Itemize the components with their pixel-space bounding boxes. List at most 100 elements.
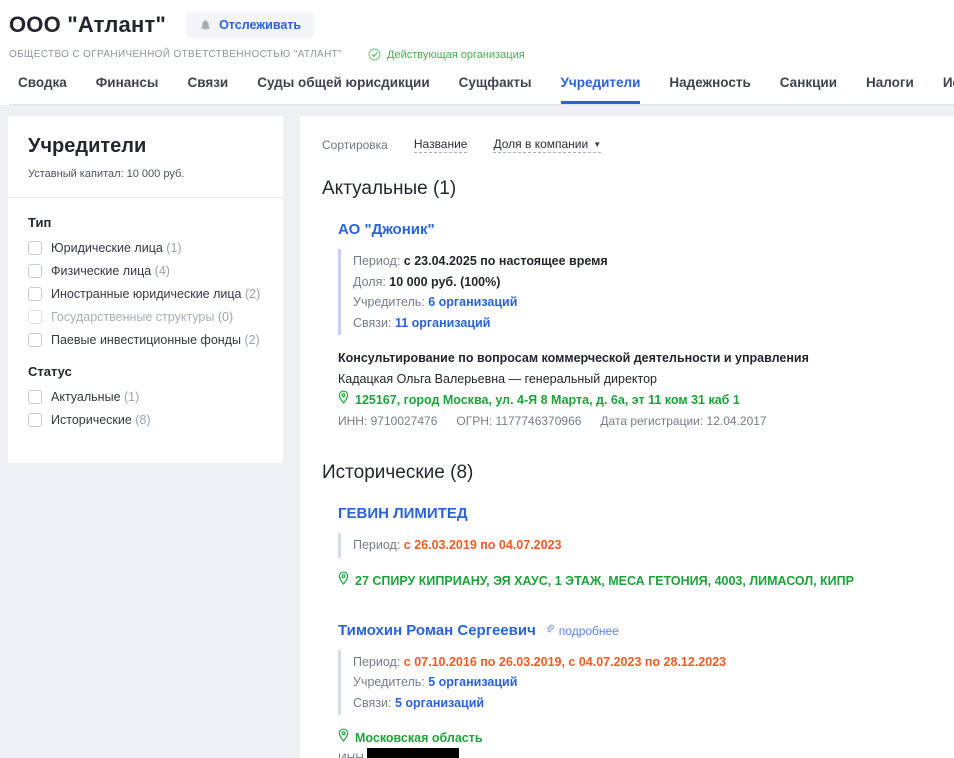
checkbox-icon[interactable] (28, 264, 42, 278)
detail-line: Период: с 23.04.2025 по настоящее время (353, 251, 934, 272)
location-pin-icon (338, 390, 349, 411)
detail-label: Период: (353, 254, 404, 268)
divider (8, 197, 283, 198)
period-block: Период: с 23.04.2025 по настоящее время Д… (338, 249, 934, 335)
extra-lines: Московская областьИНН (338, 728, 934, 758)
filter-checkbox-item[interactable]: Иностранные юридические лица (2) (28, 287, 263, 301)
detail-value: с 26.03.2019 по 04.07.2023 (404, 538, 562, 552)
bell-icon (199, 18, 212, 32)
checkbox-icon[interactable] (28, 413, 42, 427)
address-link[interactable]: 27 СПИРУ КИПРИАНУ, ЭЯ ХАУС, 1 ЭТАЖ, МЕСА… (338, 571, 934, 592)
checkbox-icon (28, 310, 42, 324)
detail-label: Период: (353, 538, 404, 552)
checkbox-icon[interactable] (28, 333, 42, 347)
page: ООО "Атлант" Отслеживать ОБЩЕСТВО С ОГРА… (0, 0, 954, 758)
founder-entry: ГЕВИН ЛИМИТЕД Период: с 26.03.2019 по 04.… (338, 505, 934, 592)
address-text: Московская область (355, 728, 483, 749)
filters-sidebar: Учредители Уставный капитал: 10 000 руб.… (8, 116, 283, 463)
detail-value-link[interactable]: 11 организаций (395, 316, 490, 330)
detail-line: Период: с 07.10.2016 по 26.03.2019, с 04… (353, 652, 934, 673)
founder-name-link[interactable]: ГЕВИН ЛИМИТЕД (338, 505, 468, 522)
detail-label: Связи: (353, 696, 395, 710)
detail-value-link[interactable]: 6 организаций (428, 295, 517, 309)
period-block: Период: с 07.10.2016 по 26.03.2019, с 04… (338, 650, 934, 716)
entry-name-row: АО "Джоник" (338, 221, 934, 238)
tab-3[interactable]: Связи (187, 73, 228, 104)
founder-entry: Тимохин Роман Сергеевич подробнее Период: … (338, 622, 934, 758)
redaction-box (367, 748, 459, 758)
filter-count: (8) (135, 413, 150, 427)
detail-line: Связи: 11 организаций (353, 313, 934, 334)
detail-label: Учредитель: (353, 295, 428, 309)
tab-1[interactable]: Сводка (18, 73, 67, 104)
detail-value-link[interactable]: 5 организаций (428, 675, 517, 689)
tab-10[interactable]: История (943, 73, 954, 104)
filter-count: (4) (155, 264, 170, 278)
filter-label: Физические лица (4) (51, 264, 170, 278)
sort-option[interactable]: Доля в компании▼ (493, 137, 601, 153)
caret-down-icon: ▼ (593, 140, 601, 149)
filter-label: Исторические (8) (51, 413, 151, 427)
page-title: ООО "Атлант" (9, 12, 166, 38)
tab-4[interactable]: Суды общей юрисдикции (257, 73, 429, 104)
filter-checkbox-item[interactable]: Физические лица (4) (28, 264, 263, 278)
meta-line: ИНН: 9710027476 ОГРН: 1177746370966 Дата р… (338, 411, 934, 432)
tab-5[interactable]: Сущфакты (459, 73, 532, 104)
detail-label: Доля: (353, 275, 389, 289)
detail-value-link[interactable]: 5 организаций (395, 696, 484, 710)
person-text: Кадацкая Ольга Валерьевна — генеральный … (338, 369, 934, 390)
detail-value: с 07.10.2016 по 26.03.2019, с 04.07.2023… (404, 655, 726, 669)
filter-group-title: Тип (28, 215, 263, 230)
tab-7[interactable]: Надежность (669, 73, 750, 104)
filter-count: (1) (166, 241, 181, 255)
check-circle-icon (368, 48, 381, 61)
meta-item: ИНН: 9710027476 (338, 411, 437, 432)
filter-label: Государственные структуры (0) (51, 310, 233, 324)
filter-checkbox-item[interactable]: Исторические (8) (28, 413, 263, 427)
detail-label: Связи: (353, 316, 395, 330)
activity-text: Консультирование по вопросам коммерческо… (338, 348, 934, 369)
tab-6[interactable]: Учредители (561, 73, 641, 104)
tab-2[interactable]: Финансы (96, 73, 159, 104)
filter-checkbox-item[interactable]: Юридические лица (1) (28, 241, 263, 255)
detail-line: Период: с 26.03.2019 по 04.07.2023 (353, 535, 934, 556)
address-link[interactable]: 125167, город Москва, ул. 4-Я 8 Марта, д… (338, 390, 934, 411)
period-block: Период: с 26.03.2019 по 04.07.2023 (338, 533, 934, 558)
detail-line: Связи: 5 организаций (353, 693, 934, 714)
detail-line: Учредитель: 6 организаций (353, 292, 934, 313)
follow-button-label: Отслеживать (219, 18, 301, 32)
founder-entry: АО "Джоник" Период: с 23.04.2025 по насто… (338, 221, 934, 432)
founder-name-link[interactable]: АО "Джоник" (338, 221, 435, 238)
address-link[interactable]: Московская область (338, 728, 934, 749)
meta-item: ОГРН: 1177746370966 (456, 411, 581, 432)
detail-label: Учредитель: (353, 675, 428, 689)
location-pin-icon (338, 728, 349, 749)
meta-item: Дата регистрации: 12.04.2017 (600, 411, 766, 432)
section-title: Исторические (8) (322, 462, 934, 484)
checkbox-icon[interactable] (28, 287, 42, 301)
tab-8[interactable]: Санкции (780, 73, 837, 104)
address-text: 27 СПИРУ КИПРИАНУ, ЭЯ ХАУС, 1 ЭТАЖ, МЕСА… (355, 571, 854, 592)
checkbox-icon[interactable] (28, 390, 42, 404)
tab-9[interactable]: Налоги (866, 73, 914, 104)
follow-button[interactable]: Отслеживать (186, 12, 314, 38)
filter-checkbox-item[interactable]: Паевые инвестиционные фонды (2) (28, 333, 263, 347)
sort-option[interactable]: Название (414, 137, 468, 153)
filter-count: (2) (244, 333, 259, 347)
detail-label: Период: (353, 655, 404, 669)
paperclip-icon (544, 624, 555, 638)
filter-label: Актуальные (1) (51, 390, 139, 404)
checkbox-icon[interactable] (28, 241, 42, 255)
filter-checkbox-item: Государственные структуры (0) (28, 310, 263, 324)
company-header: ООО "Атлант" Отслеживать ОБЩЕСТВО С ОГРА… (0, 0, 954, 105)
entry-name-row: ГЕВИН ЛИМИТЕД (338, 505, 934, 522)
details-link[interactable]: подробнее (544, 624, 619, 638)
founder-name-link[interactable]: Тимохин Роман Сергеевич (338, 622, 536, 639)
details-link-label: подробнее (559, 624, 619, 638)
filter-checkbox-item[interactable]: Актуальные (1) (28, 390, 263, 404)
sort-row: Сортировка Название Доля в компании▼ (322, 137, 934, 153)
detail-value: с 23.04.2025 по настоящее время (404, 254, 608, 268)
charter-capital: Уставный капитал: 10 000 руб. (28, 168, 263, 180)
sort-label: Сортировка (322, 138, 388, 152)
filter-group-title: Статус (28, 364, 263, 379)
